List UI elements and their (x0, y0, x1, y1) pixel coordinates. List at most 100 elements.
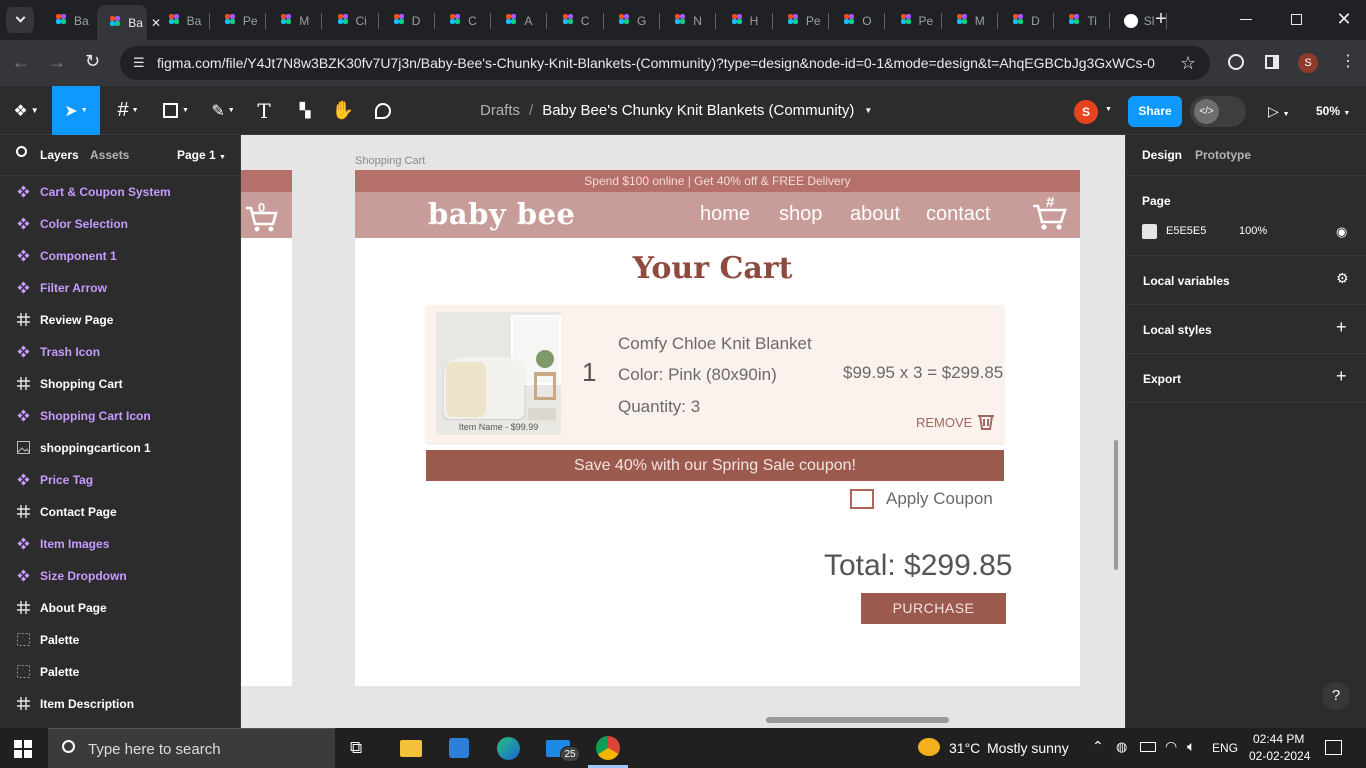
address-bar[interactable]: ☰ figma.com/file/Y4Jt7N8w3BZK30fv7U7j3n/… (120, 46, 1210, 80)
local-variables-section[interactable]: Local variables ⚙ (1126, 256, 1366, 305)
site-info-icon[interactable]: ☰ (133, 46, 145, 80)
layer-item[interactable]: Shopping Cart (0, 368, 240, 400)
browser-tab[interactable]: Ci (325, 6, 377, 36)
horizontal-scrollbar[interactable] (766, 717, 949, 723)
move-tool-button[interactable]: ➤ ▼ (52, 86, 100, 135)
layer-item[interactable]: Palette (0, 624, 240, 656)
side-panel-icon[interactable] (1265, 55, 1279, 69)
language-indicator[interactable]: ENG (1212, 741, 1238, 755)
browser-tab[interactable]: G (606, 6, 658, 36)
taskbar-search-box[interactable]: Type here to search (48, 728, 335, 768)
meet-icon[interactable]: ◍ (1116, 739, 1127, 755)
layer-item[interactable]: shoppingcarticon 1 (0, 432, 240, 464)
restore-button[interactable] (1291, 14, 1302, 25)
resources-button[interactable]: ▚ (292, 86, 318, 135)
volume-icon[interactable]: 🔈︎ (1187, 738, 1195, 755)
text-tool-button[interactable]: T (252, 86, 276, 135)
browser-tab[interactable]: H (719, 6, 771, 36)
store-icon[interactable] (449, 738, 469, 758)
browser-tab[interactable]: Ba (156, 6, 208, 36)
search-icon[interactable] (16, 146, 27, 157)
dev-mode-toggle[interactable]: </> (1190, 96, 1246, 127)
browser-tab[interactable]: D (381, 6, 433, 36)
user-avatar[interactable]: S (1074, 100, 1098, 124)
nav-contact[interactable]: contact (926, 203, 990, 226)
clock-time[interactable]: 02:44 PM (1253, 732, 1304, 746)
local-styles-section[interactable]: Local styles + (1126, 305, 1366, 354)
present-button[interactable]: ▷ ▼ (1268, 103, 1290, 120)
battery-icon[interactable] (1140, 742, 1156, 752)
layer-item[interactable]: Item Description (0, 688, 240, 720)
notifications-icon[interactable] (1325, 740, 1342, 755)
layer-item[interactable]: Contact Page (0, 496, 240, 528)
share-button[interactable]: Share (1128, 96, 1182, 127)
bookmark-star-icon[interactable]: ☆ (1180, 46, 1196, 80)
browser-tab[interactable]: O (831, 6, 883, 36)
browser-tab[interactable]: Ti (1056, 6, 1108, 36)
browser-tab[interactable]: M (268, 6, 320, 36)
chrome-icon[interactable] (596, 736, 620, 760)
clock-date[interactable]: 02-02-2024 (1249, 749, 1310, 763)
layer-item[interactable]: Price Tag (0, 464, 240, 496)
back-button[interactable]: ← (12, 52, 30, 73)
tab-search-button[interactable] (6, 7, 34, 33)
file-name[interactable]: Baby Bee's Chunky Knit Blankets (Communi… (542, 102, 854, 119)
main-menu-button[interactable]: ❖ ▼ (8, 86, 44, 135)
eye-icon[interactable]: ◉ (1336, 224, 1347, 240)
layer-item[interactable]: About Page (0, 592, 240, 624)
plus-icon[interactable]: + (1336, 317, 1347, 338)
trash-icon[interactable] (977, 413, 995, 431)
page-color-value[interactable]: E5E5E5 (1166, 225, 1206, 237)
chevron-down-icon[interactable]: ▼ (1105, 106, 1112, 113)
page-color-swatch[interactable] (1142, 224, 1157, 239)
layer-item[interactable]: Color Selection (0, 208, 240, 240)
start-button[interactable] (14, 740, 32, 758)
tab-assets[interactable]: Assets (90, 148, 129, 162)
wifi-icon[interactable]: ◠ (1165, 738, 1177, 755)
layer-item[interactable]: Palette (0, 656, 240, 688)
help-button[interactable]: ? (1322, 682, 1350, 710)
close-window-button[interactable]: ✕ (1334, 9, 1354, 29)
tab-design[interactable]: Design (1142, 148, 1182, 162)
minimize-button[interactable] (1240, 19, 1252, 20)
reload-button[interactable]: ↻ (85, 51, 100, 72)
nav-home[interactable]: home (700, 203, 750, 226)
weather-temp[interactable]: 31°C (949, 740, 980, 756)
weather-text[interactable]: Mostly sunny (987, 740, 1069, 756)
layer-item[interactable]: Review Page (0, 304, 240, 336)
page-selector[interactable]: Page 1 ▼ (177, 148, 226, 162)
browser-tab[interactable]: Pe (775, 6, 827, 36)
browser-tab[interactable]: M (944, 6, 996, 36)
browser-tab[interactable]: A (493, 6, 545, 36)
shopping-cart-frame[interactable]: Spend $100 online | Get 40% off & FREE D… (355, 170, 1080, 686)
layer-item[interactable]: Trash Icon (0, 336, 240, 368)
export-section[interactable]: Export + (1126, 354, 1366, 403)
profile-avatar[interactable]: S (1298, 53, 1318, 73)
plus-icon[interactable]: + (1336, 366, 1347, 387)
tab-prototype[interactable]: Prototype (1195, 148, 1251, 162)
hand-tool-button[interactable]: ✋ (330, 86, 356, 135)
browser-tab[interactable]: Ba (43, 6, 95, 36)
layer-item[interactable]: Component 1 (0, 240, 240, 272)
edge-icon[interactable] (497, 737, 520, 760)
breadcrumb-drafts[interactable]: Drafts (480, 102, 520, 119)
cart-icon[interactable]: # (1032, 194, 1068, 230)
vertical-scrollbar[interactable] (1114, 440, 1118, 570)
pen-tool-button[interactable]: ✎ ▼ (203, 86, 243, 135)
extension-icon[interactable] (1228, 54, 1244, 70)
layer-item[interactable]: Item Images (0, 528, 240, 560)
comment-tool-button[interactable] (370, 86, 396, 135)
apply-coupon-checkbox[interactable] (850, 489, 874, 509)
layer-item[interactable]: Shopping Cart Icon (0, 400, 240, 432)
variables-icon[interactable]: ⚙ (1336, 270, 1349, 287)
zoom-menu[interactable]: 50% ▼ (1316, 104, 1350, 118)
layer-item[interactable]: Filter Arrow (0, 272, 240, 304)
layer-item[interactable]: Cart & Coupon System (0, 176, 240, 208)
tab-layers[interactable]: Layers (40, 148, 79, 162)
page-opacity-value[interactable]: 100% (1239, 225, 1267, 237)
browser-menu-icon[interactable]: ⋮ (1340, 52, 1356, 72)
new-tab-button[interactable]: + (1150, 8, 1172, 32)
nav-about[interactable]: about (850, 203, 900, 226)
task-view-icon[interactable]: ⧉ (350, 738, 362, 758)
browser-tab[interactable]: C (550, 6, 602, 36)
